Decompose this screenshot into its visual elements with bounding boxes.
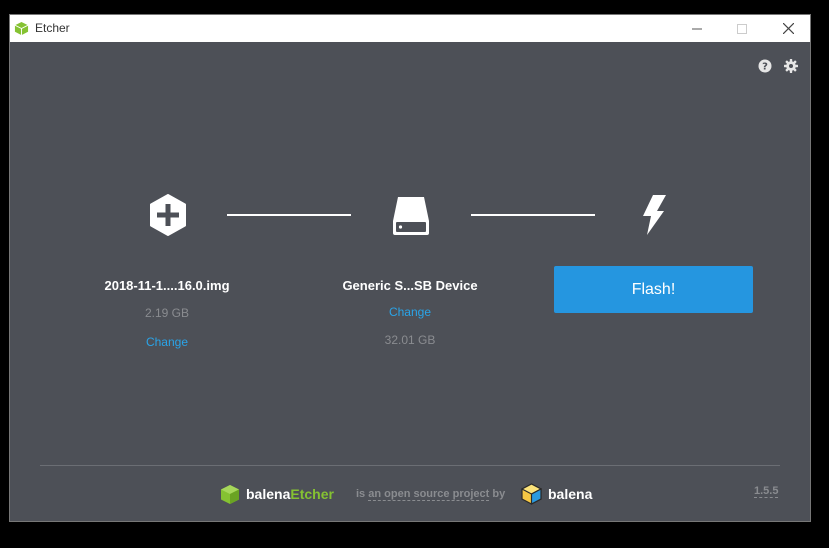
drive-name: Generic S...SB Device bbox=[342, 278, 478, 293]
footer-text-post: by bbox=[492, 488, 506, 500]
close-button[interactable] bbox=[765, 15, 811, 42]
maximize-icon bbox=[737, 23, 747, 34]
drive-icon[interactable] bbox=[391, 195, 431, 236]
minimize-button[interactable] bbox=[674, 15, 720, 42]
help-icon[interactable]: ? bbox=[758, 59, 772, 73]
etcher-cube-icon[interactable] bbox=[220, 484, 240, 505]
gear-icon[interactable] bbox=[784, 59, 798, 73]
brand-prefix: balena bbox=[246, 486, 291, 502]
change-drive-link[interactable]: Change bbox=[310, 305, 510, 319]
flash-button-label: Flash! bbox=[631, 280, 676, 298]
add-image-icon[interactable] bbox=[149, 194, 187, 236]
etcher-logo-icon bbox=[14, 21, 29, 36]
image-filename: 2018-11-1....16.0.img bbox=[104, 278, 230, 293]
change-image-link[interactable]: Change bbox=[67, 335, 267, 349]
window-title: Etcher bbox=[35, 21, 70, 35]
flash-button[interactable]: Flash! bbox=[554, 266, 753, 313]
drive-size: 32.01 GB bbox=[384, 333, 436, 347]
close-icon bbox=[782, 23, 794, 34]
balena-cube-icon[interactable] bbox=[521, 483, 542, 505]
footer-divider bbox=[40, 465, 780, 466]
brand-accent: Etcher bbox=[290, 486, 334, 502]
step-connector-1 bbox=[227, 214, 351, 216]
footer-text-pre: is bbox=[356, 488, 366, 500]
version-label[interactable]: 1.5.5 bbox=[754, 485, 779, 498]
image-size: 2.19 GB bbox=[144, 306, 190, 320]
maximize-button[interactable] bbox=[719, 15, 765, 42]
balena-etcher-brand[interactable]: balenaEtcher bbox=[246, 486, 334, 502]
balena-brand[interactable]: balena bbox=[548, 486, 592, 502]
svg-text:?: ? bbox=[762, 62, 768, 73]
step-connector-2 bbox=[471, 214, 595, 216]
open-source-link[interactable]: an open source project bbox=[368, 488, 490, 501]
title-bar: Etcher bbox=[10, 15, 810, 42]
flash-bolt-icon bbox=[643, 195, 666, 235]
minimize-icon bbox=[692, 28, 702, 29]
etcher-window: Etcher ? 2018-11-1....16.0.img 2.19 GB C… bbox=[9, 14, 811, 522]
open-source-text: is an open source project by bbox=[356, 488, 506, 501]
